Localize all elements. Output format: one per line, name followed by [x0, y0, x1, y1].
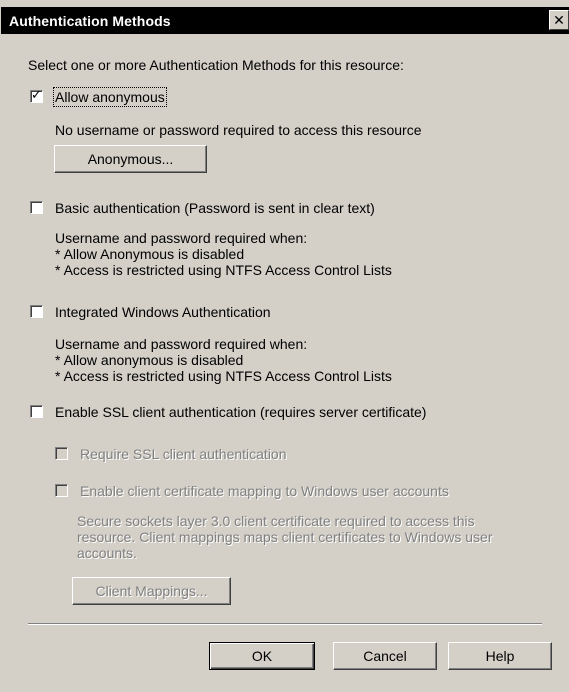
authentication-methods-dialog: Authentication Methods ✕ Select one or m…: [0, 0, 569, 692]
client-mappings-button[interactable]: Client Mappings...: [72, 577, 231, 605]
window-title: Authentication Methods: [9, 13, 171, 29]
ssl-client-auth-checkbox[interactable]: [30, 405, 43, 418]
allow-anonymous-label[interactable]: Allow anonymous: [53, 87, 167, 107]
integrated-desc-line2: * Allow anonymous is disabled: [55, 352, 244, 368]
integrated-windows-label[interactable]: Integrated Windows Authentication: [55, 304, 271, 320]
basic-auth-label[interactable]: Basic authentication (Password is sent i…: [55, 200, 375, 216]
title-bar[interactable]: Authentication Methods ✕: [1, 7, 569, 34]
basic-desc-line2: * Allow Anonymous is disabled: [55, 246, 245, 262]
integrated-desc-line1: Username and password required when:: [55, 336, 308, 352]
integrated-desc-line3: * Access is restricted using NTFS Access…: [55, 368, 392, 384]
basic-desc-line3: * Access is restricted using NTFS Access…: [55, 262, 392, 278]
close-button[interactable]: ✕: [549, 10, 569, 30]
require-ssl-checkbox[interactable]: [55, 447, 68, 460]
basic-desc-line1: Username and password required when:: [55, 230, 308, 246]
help-button[interactable]: Help: [448, 642, 552, 670]
require-ssl-label[interactable]: Require SSL client authentication: [80, 446, 287, 462]
checkmark-icon: ✓: [31, 87, 42, 102]
separator: [28, 623, 542, 625]
ssl-desc-line1: Secure sockets layer 3.0 client certific…: [77, 513, 475, 529]
intro-text: Select one or more Authentication Method…: [28, 57, 404, 73]
ssl-desc-line3: accounts.: [77, 545, 137, 561]
basic-auth-checkbox[interactable]: [30, 201, 43, 214]
cancel-button[interactable]: Cancel: [333, 642, 437, 670]
ssl-desc-line2: resource. Client mappings maps client ce…: [77, 529, 493, 545]
integrated-windows-checkbox[interactable]: [30, 305, 43, 318]
anonymous-button[interactable]: Anonymous...: [54, 145, 207, 173]
close-icon: ✕: [553, 12, 565, 28]
allow-anonymous-checkbox[interactable]: ✓: [30, 87, 43, 103]
client-cert-mapping-checkbox[interactable]: [55, 484, 68, 497]
anonymous-description: No username or password required to acce…: [55, 122, 422, 138]
ok-button[interactable]: OK: [209, 642, 315, 670]
client-cert-mapping-label[interactable]: Enable client certificate mapping to Win…: [80, 483, 449, 499]
ssl-client-auth-label[interactable]: Enable SSL client authentication (requir…: [55, 404, 426, 420]
